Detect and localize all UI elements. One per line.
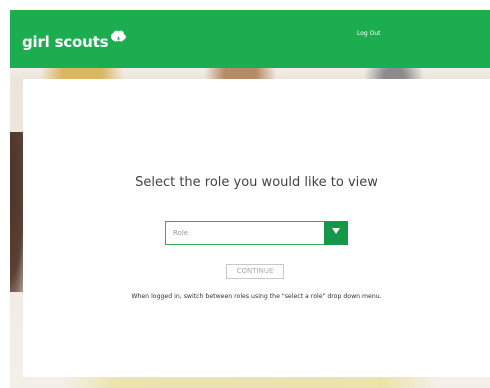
girl-scouts-logo[interactable]: girl scouts	[22, 30, 128, 51]
role-help-text: When logged in, switch between roles usi…	[131, 293, 382, 300]
top-navigation-bar: girl scouts Log Out	[10, 10, 490, 68]
continue-button[interactable]: CONTINUE	[226, 264, 284, 279]
brand-wordmark: girl scouts	[22, 33, 109, 51]
role-select-value: Role	[173, 229, 189, 237]
role-selection-card: Select the role you would like to view R…	[23, 79, 490, 377]
trefoil-icon	[111, 30, 127, 42]
background-bottom-cookie	[60, 377, 440, 388]
role-select[interactable]: Role	[165, 221, 348, 245]
chevron-down-icon	[332, 228, 340, 234]
log-out-link[interactable]: Log Out	[357, 30, 381, 37]
role-dropdown-button[interactable]	[324, 221, 348, 245]
page-title: Select the role you would like to view	[135, 175, 378, 190]
page: girl scouts Log Out Select the role you …	[0, 0, 490, 388]
